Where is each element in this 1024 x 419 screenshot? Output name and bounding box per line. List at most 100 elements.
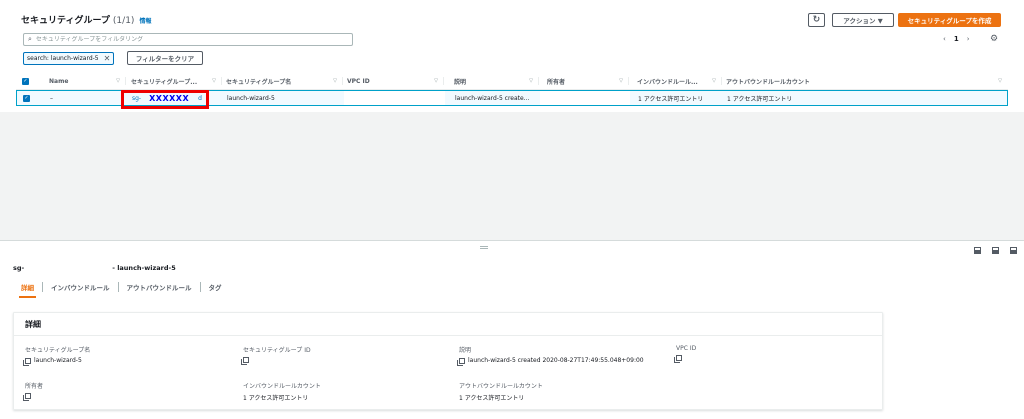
page-title: セキュリティグループ: [21, 16, 110, 26]
field-value: [674, 355, 696, 363]
refresh-icon: ↻: [812, 15, 821, 25]
sort-icon[interactable]: ▽: [116, 78, 120, 84]
field-description: 説明 launch-wizard-5 created 2020-08-27T17…: [457, 345, 644, 366]
actions-dropdown[interactable]: アクション ▼: [832, 13, 894, 27]
value-text: launch-wizard-5 created 2020-08-27T17:49…: [468, 357, 644, 364]
cell-name: –: [36, 91, 127, 105]
field-value: [241, 357, 311, 365]
column-label: VPC ID: [347, 77, 370, 85]
prev-page-icon[interactable]: ‹: [943, 35, 946, 43]
sort-icon[interactable]: ▽: [998, 78, 1002, 84]
copy-icon[interactable]: [23, 357, 31, 366]
field-value: 1 アクセス許可エントリ: [459, 395, 525, 402]
cell-owner: [540, 91, 630, 105]
column-label: セキュリティグループ...: [131, 78, 198, 86]
panel-header: セキュリティグループ (1/1) 情報: [21, 13, 151, 26]
field-label: 所有者: [25, 383, 44, 390]
layout-full-icon[interactable]: [1010, 247, 1017, 254]
field-outbound-count: アウトバウンドルールカウント 1 アクセス許可エントリ: [459, 381, 543, 402]
field-value: launch-wizard-5: [23, 357, 90, 366]
checkbox-icon: ✓: [23, 94, 30, 102]
create-security-group-button[interactable]: セキュリティグループを作成: [898, 13, 1001, 27]
field-vpc-id: VPC ID: [674, 345, 696, 363]
column-label: アウトバウンドルールカウント: [726, 78, 810, 86]
details-panel: sg- - launch-wizard-5 詳細 インバウンドルール アウトバウ…: [0, 241, 1024, 419]
tab-details[interactable]: 詳細: [13, 279, 42, 298]
field-group-id: セキュリティグループ ID: [241, 345, 311, 365]
tab-inbound-rules[interactable]: インバウンドルール: [43, 279, 118, 295]
next-page-icon[interactable]: ›: [967, 35, 970, 43]
info-link[interactable]: 情報: [139, 16, 151, 25]
column-name[interactable]: Name ▽: [35, 73, 126, 89]
search-field[interactable]: ⌕: [23, 33, 353, 46]
copy-icon[interactable]: [674, 355, 682, 363]
clear-filter-button[interactable]: フィルターをクリア: [127, 51, 203, 65]
filter-token: search: launch-wizard-5 ✕: [23, 52, 115, 65]
refresh-button[interactable]: ↻: [808, 13, 825, 27]
field-group-name: セキュリティグループ名 launch-wizard-5: [23, 345, 91, 366]
column-inbound[interactable]: インバウンドルール... ▽: [629, 73, 722, 89]
field-value: [23, 393, 43, 401]
column-group-id[interactable]: セキュリティグループ... ▽: [126, 73, 222, 89]
selected-group-title: sg- - launch-wizard-5: [13, 264, 176, 272]
checkbox-icon: ✓: [22, 77, 29, 85]
security-groups-panel: セキュリティグループ (1/1) 情報 ↻ アクション ▼ セキュリティグループ…: [0, 0, 1024, 112]
field-value: launch-wizard-5 created 2020-08-27T17:49…: [457, 357, 644, 366]
column-outbound[interactable]: アウトバウンドルールカウント ▽: [722, 73, 1008, 89]
select-all-checkbox[interactable]: ✓: [16, 73, 35, 89]
sort-icon[interactable]: ▽: [434, 78, 438, 84]
field-value: 1 アクセス許可エントリ: [243, 395, 309, 402]
cell-value: 1 アクセス許可エントリ: [727, 95, 793, 103]
selected-group-name: - launch-wizard-5: [112, 264, 176, 272]
gear-icon[interactable]: ⚙: [990, 34, 998, 44]
details-heading: 詳細: [14, 313, 882, 336]
tab-outbound-rules[interactable]: アウトバウンドルール: [119, 279, 200, 295]
tab-tags[interactable]: タグ: [201, 279, 230, 295]
sort-icon[interactable]: ▽: [712, 78, 716, 84]
copy-icon[interactable]: [457, 357, 465, 366]
sort-icon[interactable]: ▽: [212, 78, 216, 84]
cell-value: launch-wizard-5: [227, 94, 275, 102]
cell-inbound: 1 アクセス許可エントリ: [630, 91, 723, 105]
remove-filter-icon[interactable]: ✕: [104, 54, 111, 63]
details-container: 詳細 セキュリティグループ名 launch-wizard-5 セキュリティグルー…: [13, 312, 883, 410]
field-inbound-count: インバウンドルールカウント 1 アクセス許可エントリ: [243, 381, 321, 402]
page-number[interactable]: 1: [954, 35, 959, 43]
layout-bottom-icon[interactable]: [974, 247, 981, 254]
sort-icon[interactable]: ▽: [333, 78, 337, 84]
sort-icon[interactable]: ▽: [619, 78, 623, 84]
copy-icon[interactable]: [23, 393, 31, 401]
column-owner[interactable]: 所有者 ▽: [539, 73, 629, 89]
column-vpc-id[interactable]: VPC ID ▽: [343, 73, 444, 89]
search-input[interactable]: [35, 36, 336, 43]
highlight-box: [121, 90, 209, 109]
detail-tabs: 詳細 インバウンドルール アウトバウンドルール タグ: [13, 279, 230, 298]
cell-value: launch-wizard-5 create...: [455, 94, 530, 102]
pagination: ‹ 1 ›: [943, 35, 970, 43]
cell-vpc-id: [344, 91, 445, 105]
resize-handle-icon[interactable]: [480, 246, 488, 249]
value-text: launch-wizard-5: [34, 357, 82, 364]
cell-value: 1 アクセス許可エントリ: [638, 95, 704, 103]
column-group-name[interactable]: セキュリティグループ名 ▽: [222, 73, 343, 89]
column-label: セキュリティグループ名: [226, 78, 292, 86]
redaction: [24, 264, 113, 272]
selection-count: (1/1): [112, 16, 135, 26]
selected-group-prefix: sg-: [13, 264, 25, 272]
empty-area: [0, 112, 1024, 240]
filter-token-label: search: launch-wizard-5: [27, 55, 99, 62]
row-checkbox[interactable]: ✓: [17, 91, 36, 105]
column-label: 所有者: [547, 78, 566, 86]
field-label: 説明: [459, 347, 472, 354]
column-description[interactable]: 説明 ▽: [444, 73, 539, 89]
sort-icon[interactable]: ▽: [529, 78, 533, 84]
field-label: セキュリティグループ名: [25, 347, 91, 354]
field-label: アウトバウンドルールカウント: [459, 383, 543, 390]
layout-split-icon[interactable]: [992, 247, 999, 254]
search-icon: ⌕: [28, 35, 32, 43]
cell-description: launch-wizard-5 create...: [445, 91, 540, 105]
column-label: Name: [49, 77, 69, 85]
copy-icon[interactable]: [241, 357, 249, 365]
column-label: 説明: [454, 78, 467, 86]
field-label: インバウンドルールカウント: [243, 383, 321, 390]
